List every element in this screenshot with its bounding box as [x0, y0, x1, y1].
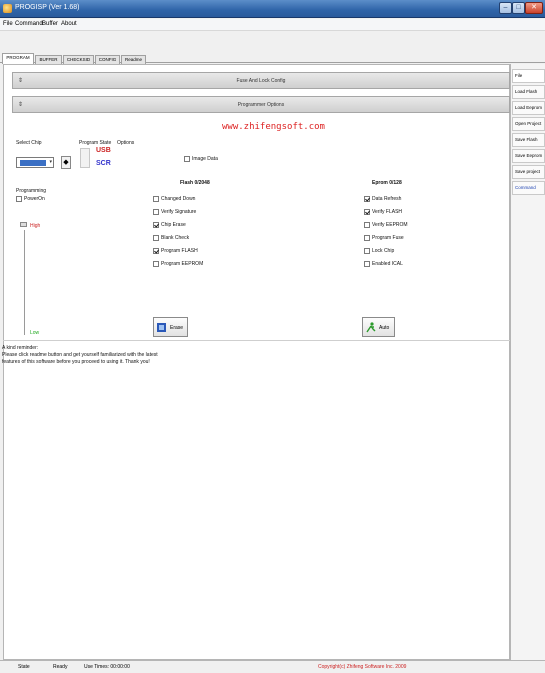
program-state-icon: [80, 148, 90, 168]
reminder-text: A kind reminder: Please click readme butt…: [2, 345, 158, 365]
chip-select-value: [20, 160, 46, 166]
eprom-option-label: Enabled ICAL: [372, 261, 403, 267]
eprom-option-checkbox[interactable]: [364, 222, 370, 228]
sidebar-open-project-button[interactable]: Open Project: [512, 117, 545, 131]
status-state-label: State: [18, 664, 30, 670]
app-window: PROGISP (Ver 1.68) – □ ✕ File Command Bu…: [0, 0, 545, 673]
flash-option-label: Blank Check: [161, 235, 190, 241]
programmer-options-band[interactable]: ⇕ Programmer Options: [12, 96, 510, 113]
sidebar-save-project-button[interactable]: Save project: [512, 165, 545, 179]
window-title: PROGISP (Ver 1.68): [15, 4, 80, 11]
sidebar-save-flash-button[interactable]: Save Flash: [512, 133, 545, 147]
erase-label: Erase: [170, 325, 184, 331]
sidebar-command-button[interactable]: Command: [512, 181, 545, 195]
flash-option-label: Chip Erase: [161, 222, 186, 228]
flash-option-label: Program FLASH: [161, 248, 198, 254]
status-copyright: Copyright(c) Zhifeng Software Inc. 2009: [318, 664, 407, 670]
eprom-title: Eprom 0/128: [372, 180, 402, 186]
eprom-option-checkbox[interactable]: [364, 196, 370, 202]
flash-option-checkbox[interactable]: [153, 261, 159, 267]
flash-option-checkbox[interactable]: [153, 222, 159, 228]
voltage-slider-handle[interactable]: [20, 222, 27, 227]
menu-command[interactable]: Command: [15, 21, 43, 27]
programmer-options-label: Programmer Options: [237, 102, 285, 108]
tab-checksid[interactable]: CHECKSID: [63, 55, 94, 64]
runner-icon: [366, 322, 376, 333]
usb-indicator: USB: [96, 147, 111, 154]
image-data-checkbox[interactable]: [184, 156, 190, 162]
menu-file[interactable]: File: [3, 21, 13, 27]
image-data-label: Image Data: [192, 156, 218, 162]
flash-option-checkbox[interactable]: [153, 196, 159, 202]
flash-option-checkbox[interactable]: [153, 209, 159, 215]
title-bar: PROGISP (Ver 1.68) – □ ✕: [0, 0, 545, 18]
flash-option-label: Program EEPROM: [161, 261, 204, 267]
status-use-time: Use Times: 00:00:00: [84, 664, 130, 670]
auto-button[interactable]: Auto: [362, 317, 395, 337]
tab-config[interactable]: CONFIG: [95, 55, 120, 64]
programming-label: Programming: [16, 188, 47, 194]
eprom-option-label: Verify EEPROM: [372, 222, 408, 228]
voltage-high-label: High: [30, 223, 41, 229]
tab-strip: PROGRAM BUFFER CHECKSID CONFIG Readme: [0, 31, 545, 64]
sidebar-load-eeprom-button[interactable]: Load Eeprom: [512, 101, 545, 115]
status-bar: State Ready Use Times: 00:00:00 Copyrigh…: [0, 660, 545, 673]
flash-option-checkbox[interactable]: [153, 248, 159, 254]
voltage-slider-track[interactable]: [24, 230, 25, 335]
eprom-option-label: Lock Chip: [372, 248, 395, 254]
sidebar-file-button[interactable]: File: [512, 69, 545, 83]
program-state-label: Program State: [79, 140, 112, 146]
eprom-option-label: Data Refresh: [372, 196, 402, 202]
menu-bar: File Command Buffer About: [0, 19, 545, 31]
tab-readme[interactable]: Readme: [121, 55, 146, 64]
flash-option-label: Verify Signature: [161, 209, 197, 215]
close-button[interactable]: ✕: [525, 2, 543, 14]
erase-icon: [157, 323, 166, 332]
erase-button[interactable]: Erase: [153, 317, 188, 337]
flash-option-label: Changed Down: [161, 196, 196, 202]
watermark-url: www.zhifengsoft.com: [222, 122, 325, 132]
sidebar-load-flash-button[interactable]: Load Flash: [512, 85, 545, 99]
scr-indicator: SCR: [96, 160, 111, 167]
power-on-checkbox[interactable]: [16, 196, 22, 202]
auto-label: Auto: [379, 325, 390, 331]
options-label: Options: [117, 140, 135, 146]
voltage-low-label: Low: [30, 330, 40, 336]
minimize-button[interactable]: –: [499, 2, 512, 14]
chip-select[interactable]: ▾: [16, 157, 54, 168]
flash-option-checkbox[interactable]: [153, 235, 159, 241]
status-state-value: Ready: [53, 664, 68, 670]
chip-search-button[interactable]: ◆: [61, 156, 71, 169]
tab-program[interactable]: PROGRAM: [2, 53, 34, 64]
eprom-option-checkbox[interactable]: [364, 235, 370, 241]
eprom-option-checkbox[interactable]: [364, 209, 370, 215]
tip-divider: [3, 340, 510, 341]
sidebar-save-eeprom-button[interactable]: Save Eeprom: [512, 149, 545, 163]
eprom-option-checkbox[interactable]: [364, 248, 370, 254]
tab-buffer[interactable]: BUFFER: [35, 55, 62, 64]
command-sidebar: File Load Flash Load Eeprom Open Project Sav…: [510, 64, 545, 660]
menu-about[interactable]: About: [61, 21, 77, 27]
eprom-option-checkbox[interactable]: [364, 261, 370, 267]
maximize-button[interactable]: □: [512, 2, 525, 14]
power-on-label: PowerOn: [24, 196, 45, 202]
chevron-down-icon: ▾: [49, 159, 52, 165]
menu-buffer[interactable]: Buffer: [42, 21, 58, 27]
select-chip-label: Select Chip: [16, 140, 42, 146]
fuse-config-label: Fuse And Lock Config: [236, 78, 286, 84]
fuse-config-band[interactable]: ⇕ Fuse And Lock Config: [12, 72, 510, 89]
eprom-option-label: Program Fuse: [372, 235, 404, 241]
app-icon: [3, 4, 12, 13]
eprom-option-label: Verify FLASH: [372, 209, 403, 215]
flash-title: Flash 0/2048: [180, 180, 210, 186]
